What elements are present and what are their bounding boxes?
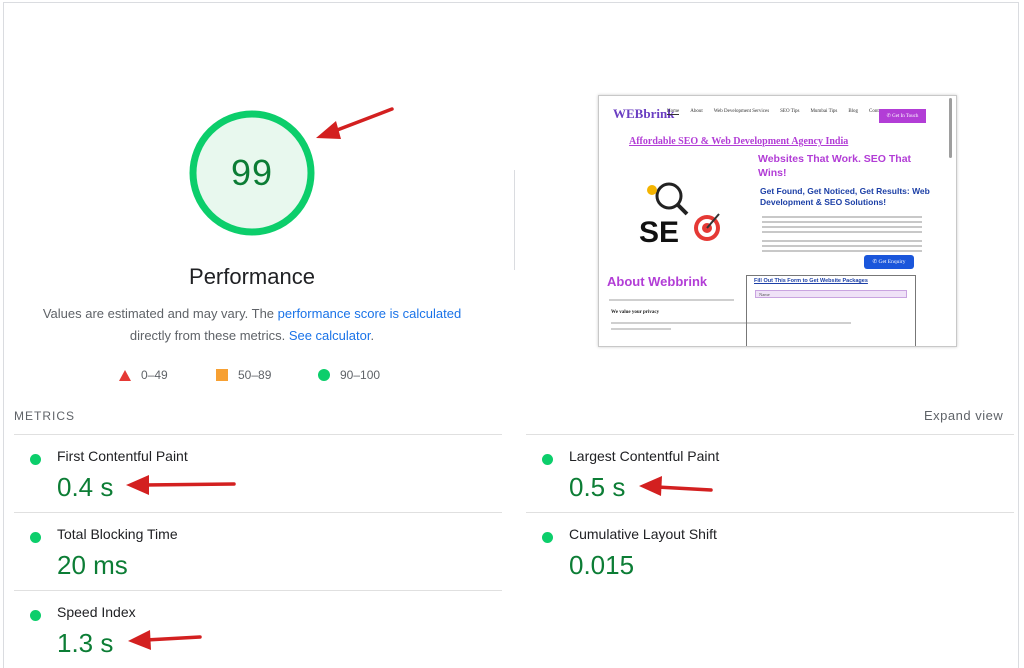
seo-illustration: SE xyxy=(639,182,720,248)
nav-item: Web Development Services xyxy=(713,109,770,114)
pass-circle-icon xyxy=(30,454,41,465)
svg-text:SE: SE xyxy=(639,216,679,248)
metrics-divider xyxy=(526,434,1014,435)
site-form-field: Name xyxy=(755,290,907,298)
legend-item-pass: 90–100 xyxy=(318,368,380,382)
text-line xyxy=(762,221,922,223)
metric-value: 0.015 xyxy=(569,550,635,580)
text-line xyxy=(762,216,922,218)
text-line xyxy=(611,328,671,330)
text-line xyxy=(762,240,922,242)
site-form-title: Fill Out This Form to Get Website Packag… xyxy=(754,278,868,284)
metric-speed-index: Speed Index 1.3 s xyxy=(14,592,494,668)
metric-first-contentful-paint: First Contentful Paint 0.4 s xyxy=(14,436,494,512)
metric-label: Cumulative Layout Shift xyxy=(569,526,717,542)
pass-circle-icon xyxy=(542,532,553,543)
metrics-section-label: METRICS xyxy=(14,409,75,423)
score-description: Values are estimated and may vary. The p… xyxy=(30,303,474,347)
site-nav: Home About Web Development Services SEO … xyxy=(667,109,885,115)
nav-item: SEO Tips xyxy=(780,109,800,114)
site-about-heading: About Webbrink xyxy=(607,274,708,289)
legend-range: 90–100 xyxy=(340,368,381,382)
description-text-3: . xyxy=(370,328,375,343)
description-text-2: directly from these metrics. xyxy=(129,328,289,343)
metrics-divider xyxy=(14,590,502,591)
site-form: Fill Out This Form to Get Website Packag… xyxy=(746,275,916,346)
divider xyxy=(514,170,515,270)
text-line xyxy=(762,245,922,247)
metric-label: First Contentful Paint xyxy=(57,448,188,464)
pass-circle-icon xyxy=(30,532,41,543)
pass-circle-icon xyxy=(30,610,41,621)
site-cta-button: ✆ Get In Touch xyxy=(879,109,926,123)
text-line xyxy=(762,231,922,233)
pass-circle-icon xyxy=(542,454,553,465)
gauge-title: Performance xyxy=(189,264,315,289)
metrics-divider xyxy=(14,512,502,513)
metric-value: 1.3 s xyxy=(57,628,114,658)
nav-item: Blog xyxy=(848,109,859,114)
see-calculator-link[interactable]: See calculator xyxy=(289,328,371,343)
performance-gauge[interactable]: 99 xyxy=(188,109,316,237)
metric-value: 0.5 s xyxy=(569,472,626,502)
text-line xyxy=(762,250,922,252)
metrics-divider xyxy=(526,512,1014,513)
site-enquiry-button: ✆ Get Enquiry xyxy=(864,255,914,269)
metric-label: Speed Index xyxy=(57,604,136,620)
nav-item: About xyxy=(690,109,703,114)
metric-value: 0.4 s xyxy=(57,472,114,502)
legend-range: 0–49 xyxy=(141,368,168,382)
text-line xyxy=(762,226,922,228)
metric-label: Largest Contentful Paint xyxy=(569,448,720,464)
site-hero-subtitle: Get Found, Get Noticed, Get Results: Web… xyxy=(760,186,930,207)
expand-view-toggle[interactable]: Expand view xyxy=(924,408,1003,423)
performance-score-link[interactable]: performance score is calculated xyxy=(278,306,462,321)
square-icon xyxy=(216,369,228,381)
legend-range: 50–89 xyxy=(238,368,272,382)
triangle-icon xyxy=(119,369,131,381)
legend-item-average: 50–89 xyxy=(216,368,271,382)
performance-score: 99 xyxy=(230,152,274,193)
metric-label: Total Blocking Time xyxy=(57,526,178,542)
text-line xyxy=(609,299,734,301)
description-text-1: Values are estimated and may vary. The xyxy=(42,306,278,321)
metrics-divider xyxy=(14,434,502,435)
metric-largest-contentful-paint: Largest Contentful Paint 0.5 s xyxy=(526,436,1006,512)
legend-item-fail: 0–49 xyxy=(119,368,168,382)
site-logo: WEBbrink xyxy=(613,106,675,121)
nav-item: Mumbai Tips xyxy=(810,109,838,114)
thumbnail-scrollbar xyxy=(949,98,952,158)
metric-total-blocking-time: Total Blocking Time 20 ms xyxy=(14,514,494,590)
nav-item: Home xyxy=(667,109,680,115)
site-headline: Affordable SEO & Web Development Agency … xyxy=(629,136,849,147)
final-screenshot[interactable]: WEBbrink Home About Web Development Serv… xyxy=(598,95,957,347)
metric-value: 20 ms xyxy=(57,550,128,580)
circle-icon xyxy=(318,369,330,381)
site-hero-title: Websites That Work. SEO That Wins! xyxy=(758,153,912,179)
metric-cumulative-layout-shift: Cumulative Layout Shift 0.015 xyxy=(526,514,1006,590)
site-privacy-heading: We value your privacy xyxy=(611,310,660,315)
